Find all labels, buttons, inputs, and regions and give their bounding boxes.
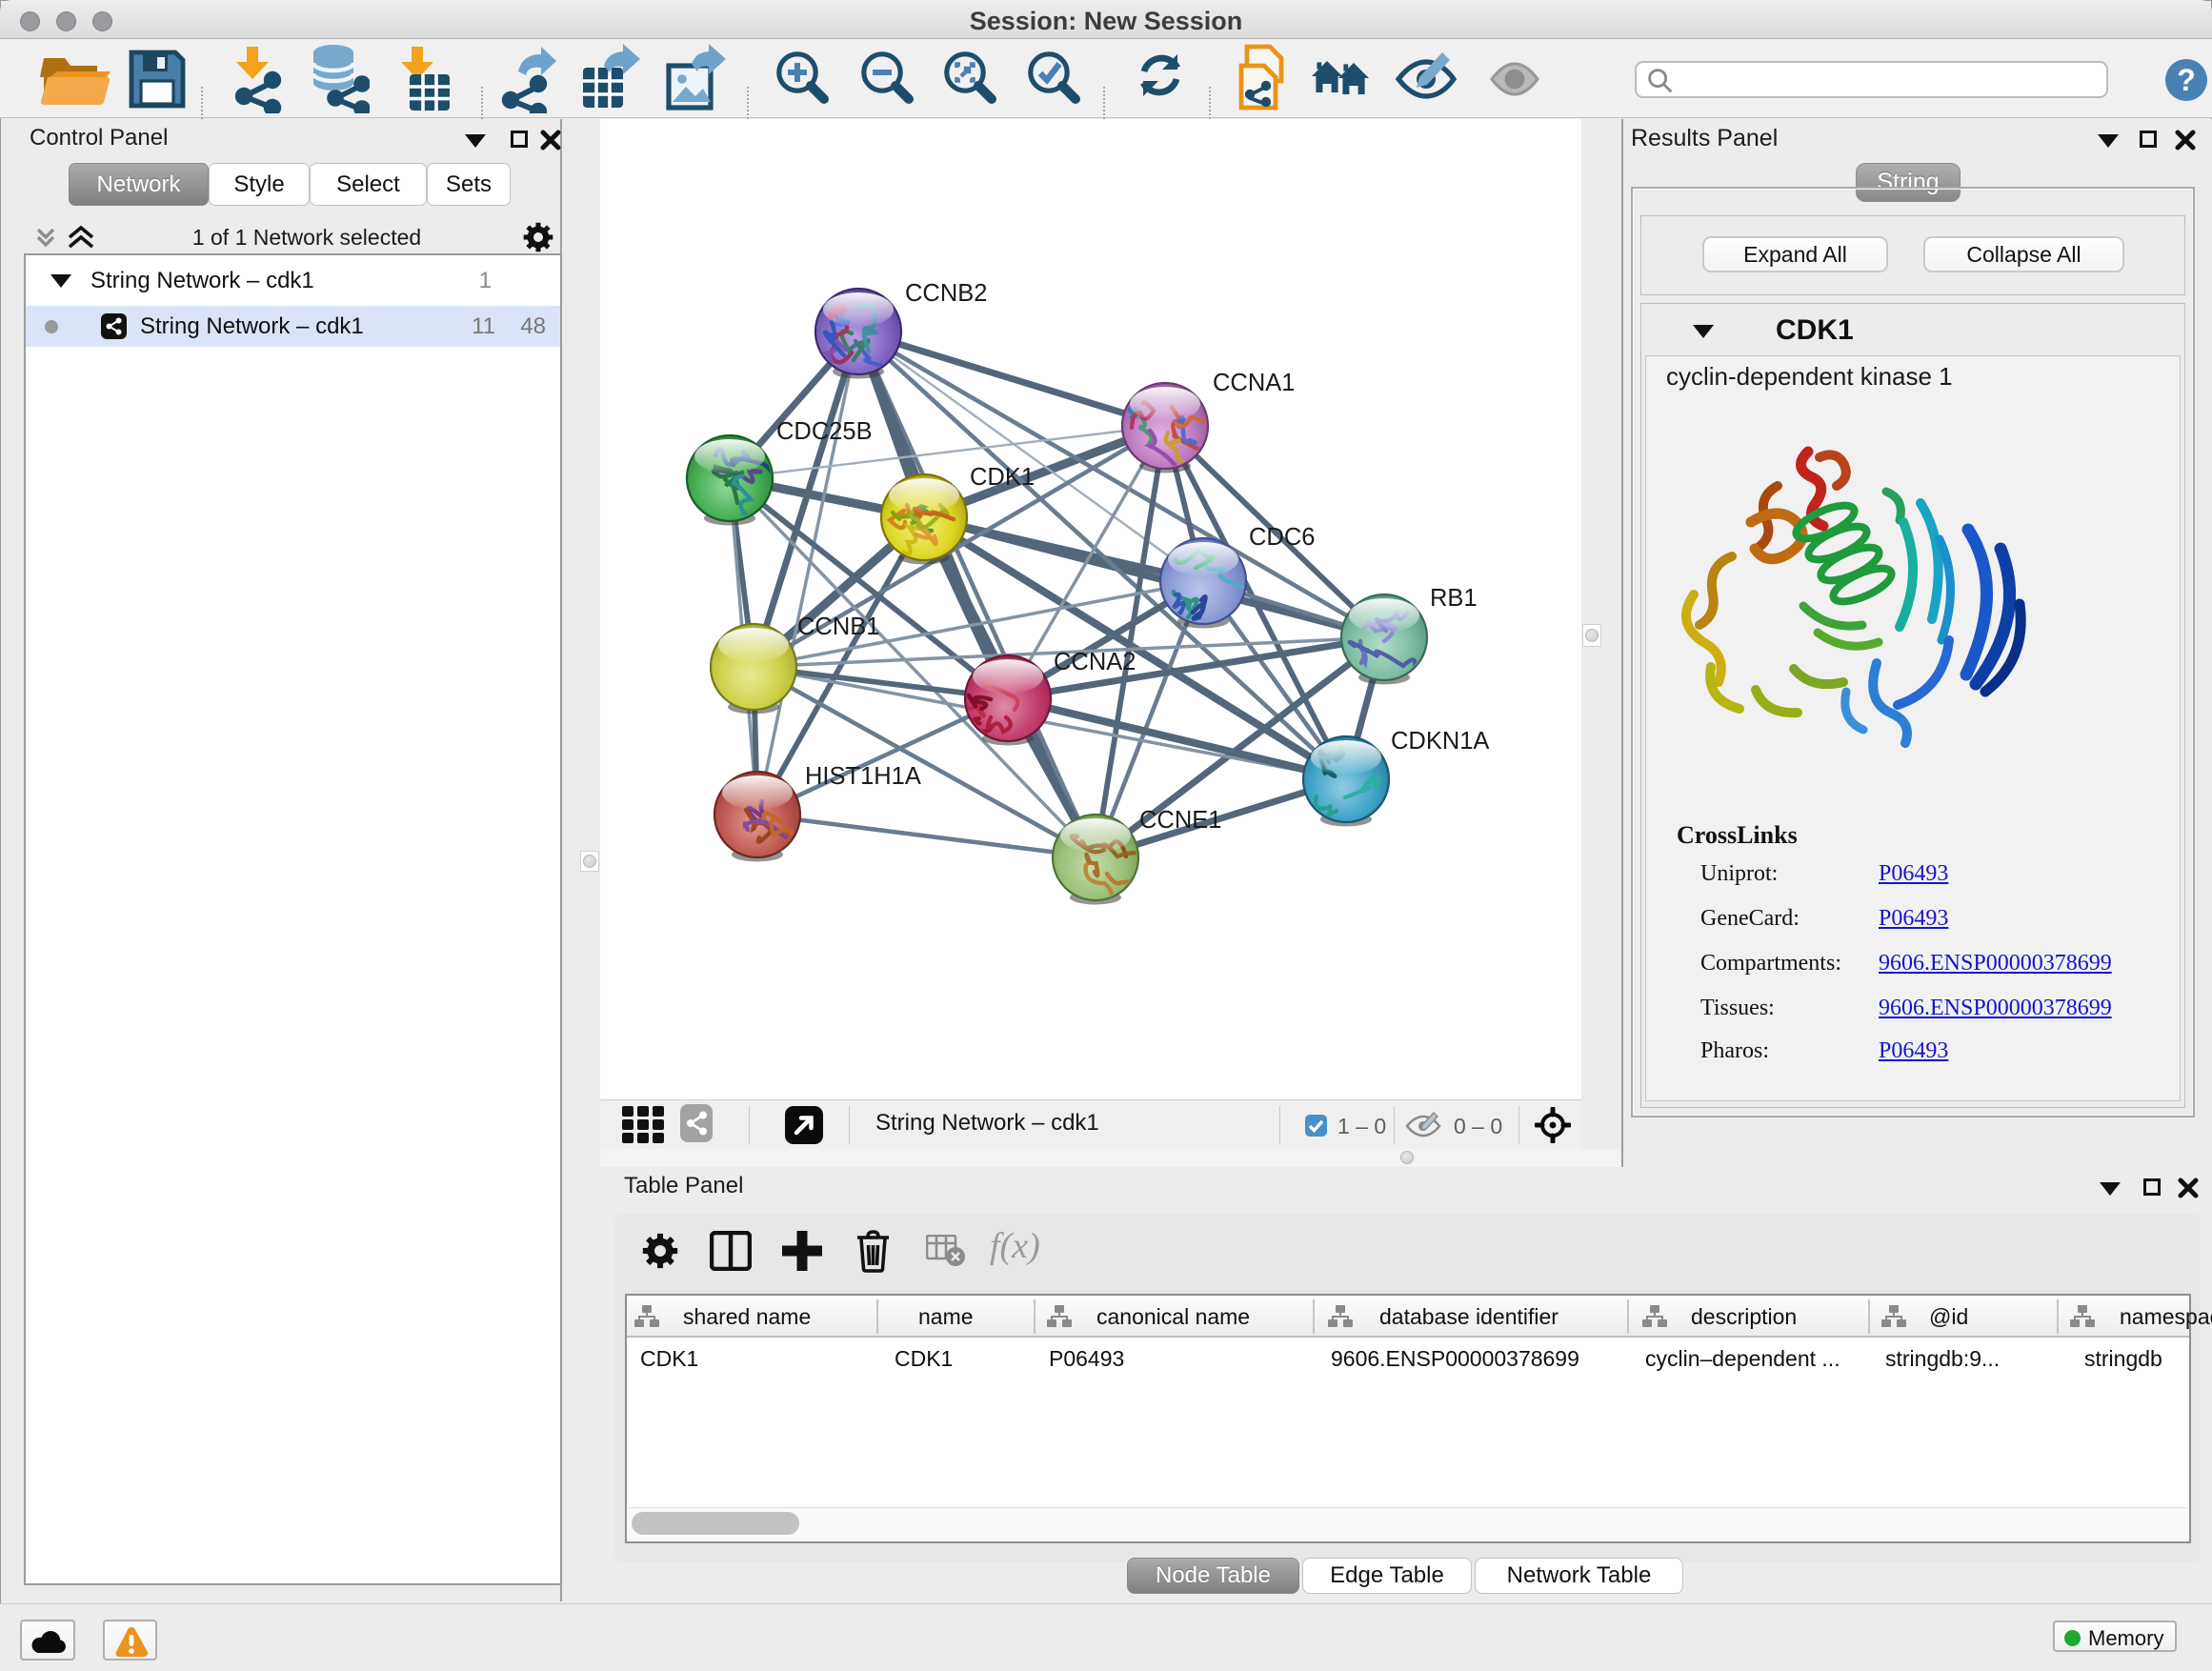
svg-text:?: ? [2177,63,2196,97]
svg-text:HIST1H1A: HIST1H1A [805,763,921,790]
svg-text:CCNA2: CCNA2 [1054,649,1136,675]
svg-text:CDK1: CDK1 [970,464,1035,491]
svg-text:CCNB1: CCNB1 [797,614,879,640]
svg-text:CDKN1A: CDKN1A [1391,728,1489,755]
svg-text:CDC6: CDC6 [1249,524,1315,551]
svg-text:CCNE1: CCNE1 [1139,807,1221,834]
svg-text:CCNB2: CCNB2 [905,280,987,307]
svg-text:RB1: RB1 [1430,585,1478,612]
svg-text:CCNA1: CCNA1 [1213,370,1295,396]
svg-text:CDC25B: CDC25B [776,418,873,445]
